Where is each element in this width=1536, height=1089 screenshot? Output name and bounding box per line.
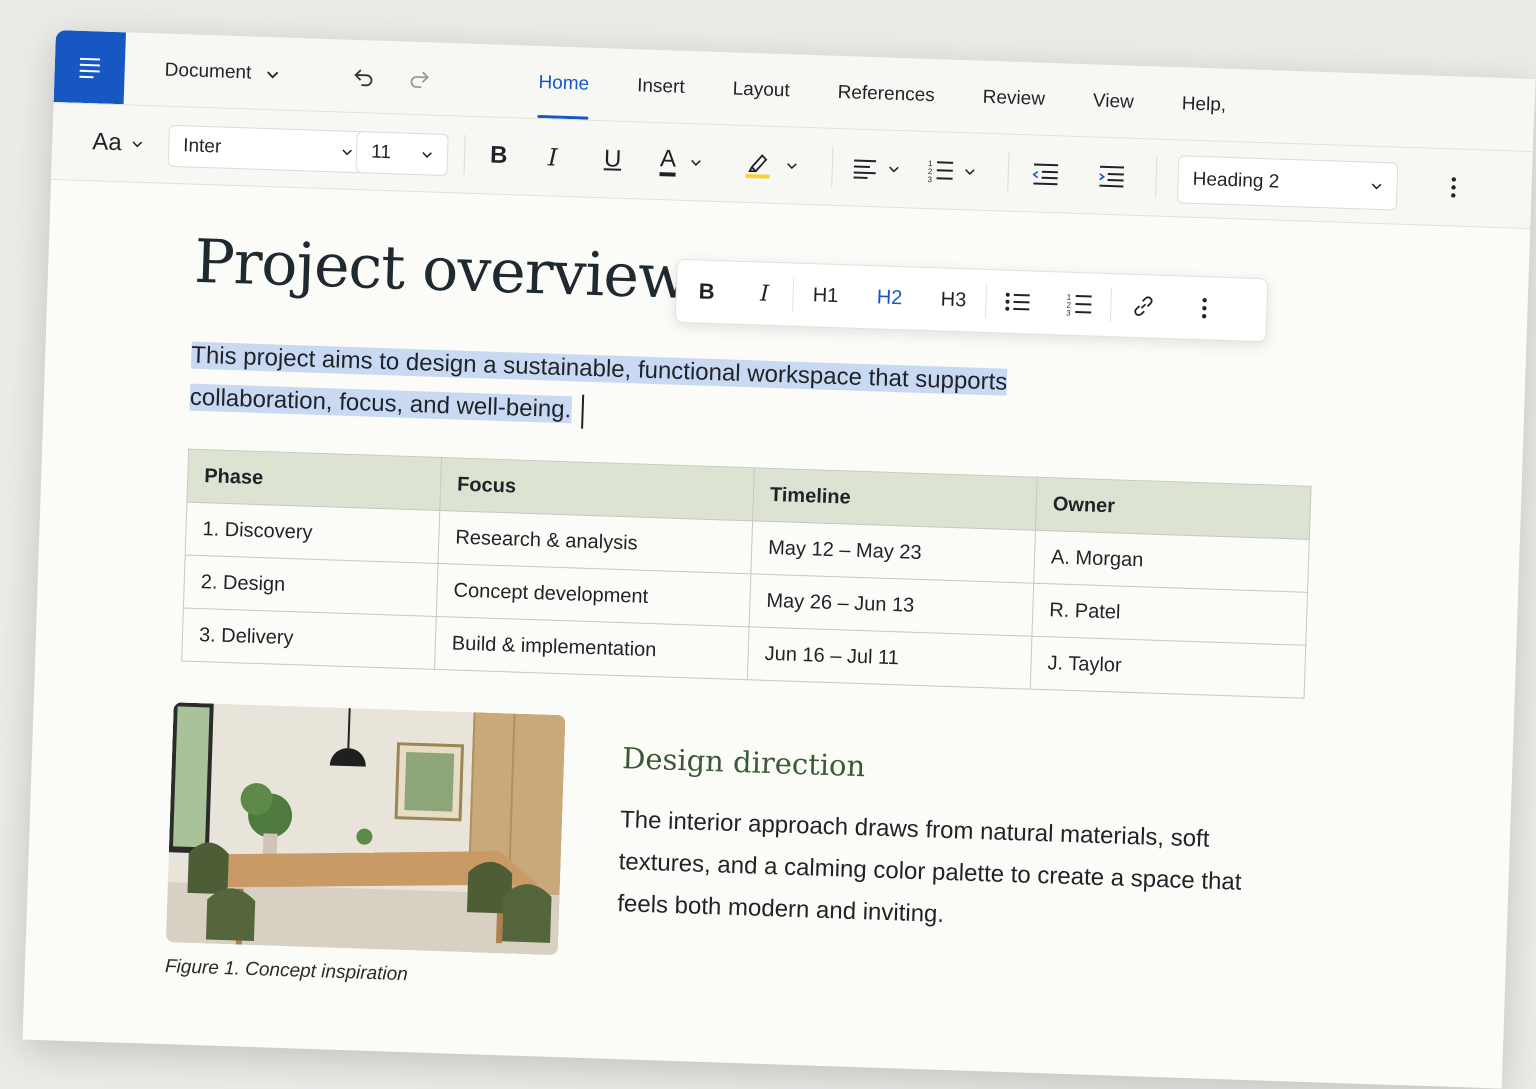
ribbon-divider [1007,152,1010,193]
chevron-down-icon [1371,183,1382,190]
ribbon-divider [831,146,834,187]
document-editor-window: Document Home Insert Layout References R… [22,30,1536,1089]
table-cell[interactable]: J. Taylor [1030,636,1306,699]
heading2-button[interactable]: H2 [857,266,923,330]
highlighter-icon [745,154,770,179]
redo-button[interactable] [406,66,433,93]
font-color-icon: A [659,145,677,177]
svg-text:3: 3 [1066,309,1071,317]
concept-image[interactable] [165,702,566,956]
ribbon-divider [1155,157,1158,198]
chevron-down-icon [422,151,432,159]
increase-indent-button[interactable] [1097,156,1126,197]
tab-layout[interactable]: Layout [708,78,814,123]
chevron-down-icon [787,163,797,170]
tab-review[interactable]: Review [958,86,1070,132]
numbered-list-icon: 123 [1066,293,1092,317]
more-vertical-icon [1451,177,1457,198]
numbered-list-icon: 123 [927,159,954,183]
svg-text:3: 3 [927,175,932,183]
ribbon-divider [463,134,466,175]
underline-button[interactable]: U [603,139,622,180]
table-cell[interactable]: R. Patel [1031,583,1308,646]
bold-button[interactable]: B [489,135,508,176]
document-label: Document [164,59,252,84]
float-bold-button[interactable]: B [676,260,738,324]
more-options-button[interactable] [1449,167,1458,207]
decrease-indent-icon [1032,163,1059,186]
table-cell[interactable]: 3. Delivery [181,608,437,670]
link-button[interactable] [1110,274,1176,338]
font-family-select[interactable]: Inter [167,124,369,174]
bullet-list-button[interactable] [985,270,1049,334]
table-cell[interactable]: May 12 – May 23 [750,520,1036,584]
undo-button[interactable] [350,64,377,91]
heading3-button[interactable]: H3 [921,268,987,332]
table-header-cell[interactable]: Owner [1035,477,1312,540]
paragraph-style-select[interactable]: Heading 2 [1176,155,1399,211]
align-button[interactable] [851,147,900,189]
float-more-button[interactable] [1174,276,1234,340]
redo-icon [410,71,429,89]
font-color-button[interactable]: A [659,141,702,182]
tab-home[interactable]: Home [513,71,613,116]
table-cell[interactable]: A. Morgan [1033,530,1310,593]
align-left-icon [853,159,877,179]
chevron-down-icon [691,159,701,166]
link-icon [1134,296,1153,316]
chevron-down-icon [965,168,975,176]
chevron-down-icon [889,166,899,173]
paragraph-style-value: Heading 2 [1192,168,1280,193]
chevron-down-icon [266,71,278,79]
intro-paragraph[interactable]: This project aims to design a sustainabl… [189,335,1121,450]
italic-button[interactable]: I [547,137,558,177]
decrease-indent-button[interactable] [1031,153,1060,194]
undo-icon [354,69,373,87]
document-menu[interactable]: Document [164,60,279,86]
text-cursor [580,394,584,429]
figure-caption: Figure 1. Concept inspiration [164,956,409,986]
table-cell[interactable]: 2. Design [183,555,439,617]
table-cell[interactable]: 1. Discovery [185,502,440,564]
table-cell[interactable]: May 26 – Jun 13 [749,573,1034,637]
highlight-button[interactable] [743,144,798,186]
heading1-button[interactable]: H1 [793,264,859,328]
chevron-down-icon [132,141,143,148]
app-menu-button[interactable] [53,30,126,105]
font-family-value: Inter [182,135,222,158]
table-header-cell[interactable]: Timeline [752,467,1038,531]
bullet-list-icon [1005,292,1030,311]
page-title[interactable]: Project overview [193,227,689,313]
table-header-cell[interactable]: Phase [186,449,442,511]
section-body[interactable]: The interior approach draws from natural… [617,799,1301,947]
tab-view[interactable]: View [1068,90,1158,135]
font-size-value: 11 [370,141,392,164]
dining-room-illustration [165,702,566,956]
tab-references[interactable]: References [813,81,959,128]
tab-help[interactable]: Help, [1157,93,1251,138]
menu-icon [79,57,101,79]
table-cell[interactable]: Build & implementation [434,616,750,680]
styles-button[interactable]: Aa [92,122,145,164]
more-vertical-icon [1201,298,1207,319]
table-cell[interactable]: Jun 16 – Jul 11 [747,626,1032,690]
section-heading[interactable]: Design direction [622,741,866,783]
font-size-select[interactable]: 11 [355,131,449,177]
chevron-down-icon [342,149,352,156]
selected-text-line2: collaboration, focus, and well-being. [189,383,572,424]
numbered-list-button[interactable]: 123 [1047,272,1111,336]
tab-insert[interactable]: Insert [612,75,709,120]
floating-format-toolbar: B I H1 H2 H3 123 [674,258,1269,343]
increase-indent-icon [1099,165,1125,188]
numbered-list-button[interactable]: 123 [927,150,976,192]
float-italic-button[interactable]: I [736,262,794,326]
styles-label: Aa [91,128,123,157]
phase-table: Phase Focus Timeline Owner 1. Discovery … [181,449,1312,699]
